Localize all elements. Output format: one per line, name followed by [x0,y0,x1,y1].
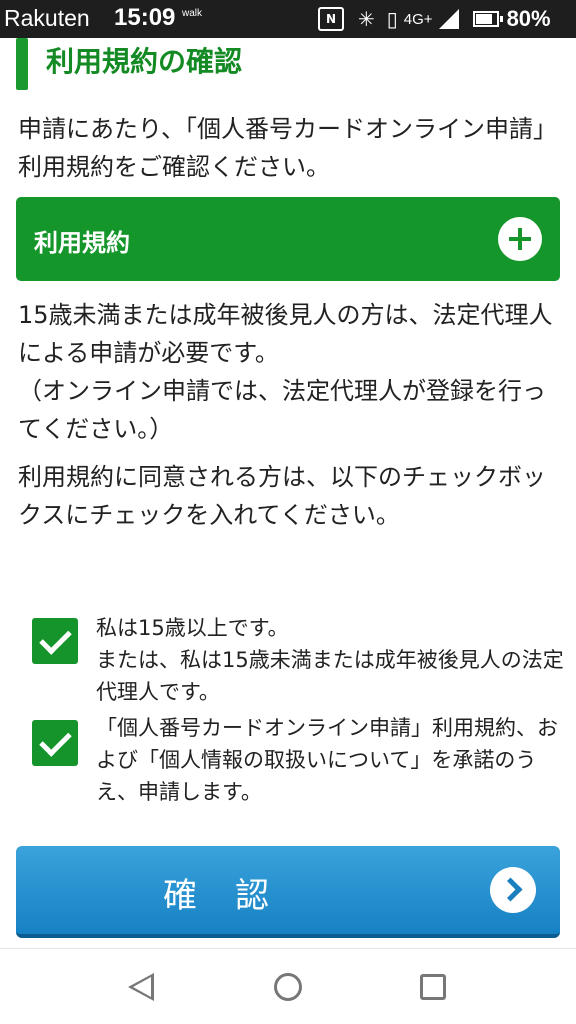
plus-circle-icon[interactable] [498,217,542,261]
back-triangle-icon[interactable] [128,973,154,1001]
consent-checkbox[interactable] [32,720,78,766]
status-icons: N ✳ ▯ 4G+ 80% [318,6,551,32]
status-bar: Rakuten 15:09 walk N ✳ ▯ 4G+ 80% [0,0,576,38]
note-line: 15歳未満または成年被後見人の方は、法定代理人による申請が必要です。 [18,301,553,367]
home-circle-icon[interactable] [274,973,302,1001]
signal-icon [438,9,459,29]
age-checkbox-label[interactable]: 私は15歳以上です。 または、私は15歳未満または成年被後見人の法定代理人です。 [96,612,566,708]
carrier-name: Rakuten [4,5,90,31]
consent-checkbox-label[interactable]: 「個人番号カードオンライン申請」利用規約、および「個人情報の取扱いについて」を承… [96,712,566,808]
battery-percent: 80% [506,6,551,31]
confirm-button[interactable]: 確認 [16,846,560,938]
terms-accordion[interactable]: 利用規約 [16,197,560,281]
walk-indicator: walk [182,8,203,19]
checkbox-label-line: 私は15歳以上です。 [96,616,289,640]
clock: 15:09 [114,4,176,31]
network-type: 4G+ [403,10,433,28]
agree-instruction: 利用規約に同意される方は、以下のチェックボックスにチェックを入れてください。 [18,463,546,529]
recents-square-icon[interactable] [420,974,446,1000]
vibrate-icon: ▯ [386,7,398,31]
navigation-bar [0,948,576,1024]
battery-icon [472,11,503,27]
checkbox-label-line: 「個人番号カードオンライン申請」利用規約、および「個人情報の取扱いについて」を承… [96,716,558,804]
terms-accordion-label: 利用規約 [34,229,130,257]
page-title: 利用規約の確認 [46,45,243,78]
nfc-icon: N [318,7,344,31]
intro-text: 申請にあたり、「個人番号カードオンライン申請」利用規約をご確認ください。 [18,115,558,181]
age-checkbox[interactable] [32,618,78,664]
confirm-button-label: 確認 [163,876,307,916]
heading-accent-bar [16,38,28,90]
chevron-right-circle-icon [490,867,536,913]
guardian-note: 15歳未満または成年被後見人の方は、法定代理人による申請が必要です。 （オンライ… [18,296,563,448]
bluetooth-icon: ✳ [358,7,375,31]
checkbox-label-line: または、私は15歳未満または成年被後見人の法定代理人です。 [96,648,564,704]
note-line: （オンライン申請では、法定代理人が登録を行ってください。） [18,377,546,443]
